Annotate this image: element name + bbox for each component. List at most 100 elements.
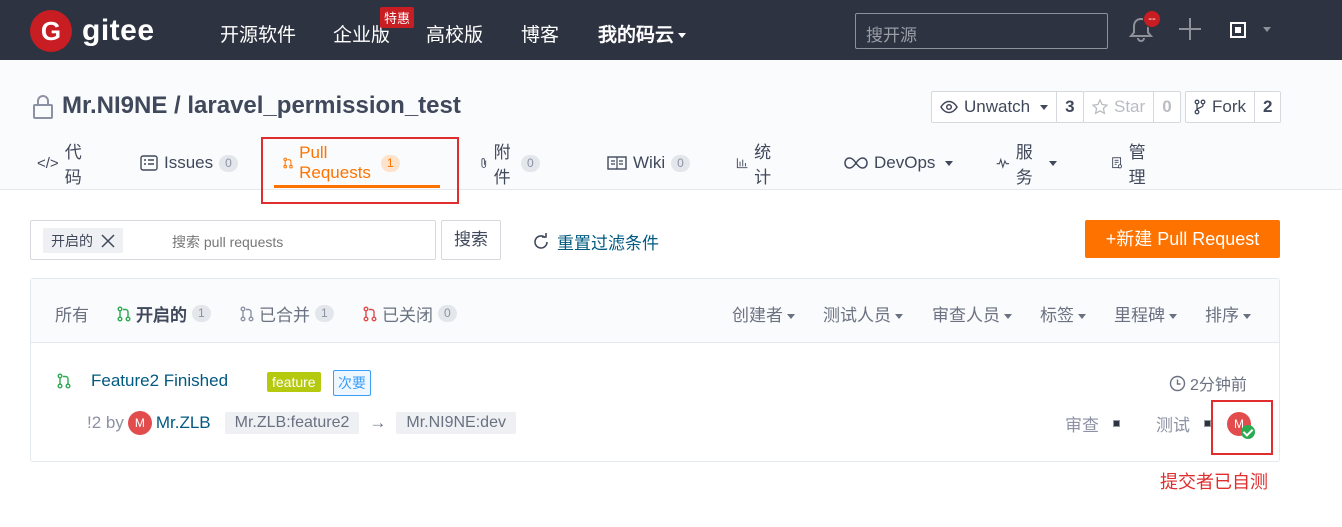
pulse-icon bbox=[996, 157, 1010, 169]
arrow-right-icon: → bbox=[369, 413, 387, 432]
target-branch[interactable]: Mr.NI9NE:dev bbox=[396, 412, 516, 434]
filter-label-label: 标签 bbox=[1040, 306, 1074, 325]
chevron-down-icon bbox=[1078, 314, 1086, 320]
filter-tester-label: 测试人员 bbox=[823, 306, 891, 325]
filter-placeholder: 搜索 pull requests bbox=[172, 234, 284, 250]
pr-time-label: 2分钟前 bbox=[1190, 377, 1247, 394]
filter-reviewer-label: 审查人员 bbox=[932, 306, 1000, 325]
reset-filters-link[interactable]: 重置过滤条件 bbox=[531, 229, 659, 254]
repo-title[interactable]: Mr.NI9NE / laravel_permission_test bbox=[62, 92, 461, 120]
highlight-box-tester bbox=[1211, 400, 1273, 455]
avatar-chevron-down-icon[interactable] bbox=[1263, 27, 1271, 32]
pr-list-panel: 所有 开启的 1 已合并 1 已关闭 0 创建者 测试人员 审查人员 标签 里程… bbox=[30, 278, 1280, 462]
chevron-down-icon bbox=[1004, 314, 1012, 320]
paperclip-icon bbox=[481, 158, 487, 168]
wiki-count: 0 bbox=[671, 154, 690, 172]
filter-label[interactable]: 标签 bbox=[1040, 301, 1086, 326]
new-pull-request-button[interactable]: +新建 Pull Request bbox=[1085, 220, 1280, 258]
nav-my-gitee[interactable]: 我的码云 bbox=[598, 20, 687, 47]
chevron-down-icon bbox=[895, 314, 903, 320]
nav-blog[interactable]: 博客 bbox=[521, 20, 559, 47]
reviewer-label: 审查 bbox=[1065, 416, 1099, 435]
tab-manage[interactable]: 管理 bbox=[1112, 143, 1151, 187]
attachments-count: 0 bbox=[521, 154, 540, 172]
watch-count[interactable]: 3 bbox=[1057, 92, 1082, 122]
tester-placeholder-avatar[interactable] bbox=[1204, 420, 1211, 427]
plus-icon[interactable] bbox=[1178, 17, 1202, 41]
pr-filter-input[interactable]: 开启的 搜索 pull requests bbox=[30, 220, 436, 260]
search-input[interactable]: 搜开源 bbox=[855, 13, 1108, 49]
user-avatar[interactable] bbox=[1230, 22, 1246, 38]
star-count[interactable]: 0 bbox=[1154, 92, 1179, 122]
reset-filters-label: 重置过滤条件 bbox=[557, 234, 659, 253]
filter-tester[interactable]: 测试人员 bbox=[823, 301, 903, 326]
unwatch-button[interactable]: Unwatch 3 bbox=[931, 91, 1084, 123]
tab-attachments[interactable]: 附件 0 bbox=[480, 143, 540, 187]
tab-services[interactable]: 服务 bbox=[996, 143, 1057, 187]
state-all[interactable]: 所有 bbox=[55, 301, 89, 326]
state-open-count: 1 bbox=[192, 305, 211, 322]
tester-label: 测试 bbox=[1156, 416, 1190, 435]
pr-title-link[interactable]: Feature2 Finished bbox=[91, 371, 228, 391]
state-closed-count: 0 bbox=[438, 305, 457, 322]
label-priority[interactable]: 次要 bbox=[333, 370, 371, 396]
promo-badge: 特惠 bbox=[380, 7, 415, 28]
pr-open-icon bbox=[117, 306, 131, 321]
pr-closed-icon bbox=[363, 306, 377, 321]
eye-icon bbox=[940, 100, 958, 114]
filter-chip-open[interactable]: 开启的 bbox=[43, 228, 123, 253]
filter-reviewer[interactable]: 审查人员 bbox=[932, 301, 1012, 326]
filter-creator[interactable]: 创建者 bbox=[732, 301, 795, 326]
infinity-icon bbox=[844, 157, 868, 169]
pr-open-icon bbox=[57, 373, 71, 389]
fork-count[interactable]: 2 bbox=[1255, 92, 1280, 122]
filter-milestone-label: 里程碑 bbox=[1114, 306, 1165, 325]
issues-icon bbox=[140, 155, 158, 171]
search-button[interactable]: 搜索 bbox=[441, 220, 501, 260]
clock-icon bbox=[1169, 375, 1186, 391]
close-icon[interactable] bbox=[101, 233, 115, 248]
chevron-down-icon bbox=[945, 160, 954, 166]
gitee-logo-icon: G bbox=[30, 10, 72, 52]
chevron-down-icon bbox=[787, 314, 795, 320]
filter-milestone[interactable]: 里程碑 bbox=[1114, 301, 1177, 326]
tab-attachments-label: 附件 bbox=[493, 143, 511, 187]
annotation-note: 提交者已自测 bbox=[1160, 472, 1268, 492]
pr-list-header: 所有 开启的 1 已合并 1 已关闭 0 创建者 测试人员 审查人员 标签 里程… bbox=[31, 279, 1279, 343]
tester-status: 测试 bbox=[1156, 411, 1211, 436]
tab-devops[interactable]: DevOps bbox=[844, 150, 954, 176]
source-branch[interactable]: Mr.ZLB:feature2 bbox=[224, 412, 360, 434]
state-open[interactable]: 开启的 1 bbox=[117, 301, 211, 326]
gitee-logo[interactable]: G gitee bbox=[30, 10, 155, 52]
chevron-down-icon bbox=[678, 33, 687, 39]
tab-services-label: 服务 bbox=[1015, 143, 1033, 187]
star-icon bbox=[1092, 99, 1108, 115]
pr-merged-icon bbox=[240, 306, 254, 321]
lock-icon bbox=[33, 95, 53, 119]
fork-button[interactable]: Fork 2 bbox=[1185, 91, 1282, 123]
pr-meta: !2 by M Mr.ZLB Mr.ZLB:feature2 → Mr.NI9N… bbox=[87, 411, 516, 435]
state-closed[interactable]: 已关闭 0 bbox=[363, 301, 457, 326]
author-link[interactable]: Mr.ZLB bbox=[156, 413, 211, 433]
state-merged-count: 1 bbox=[315, 305, 334, 322]
state-merged[interactable]: 已合并 1 bbox=[240, 301, 334, 326]
tab-code-label: 代码 bbox=[64, 143, 82, 187]
nav-university[interactable]: 高校版 bbox=[426, 20, 483, 47]
nav-open-source[interactable]: 开源软件 bbox=[220, 20, 296, 47]
star-label: Star bbox=[1114, 97, 1146, 116]
fork-icon bbox=[1194, 99, 1206, 115]
tab-wiki[interactable]: Wiki 0 bbox=[607, 150, 690, 176]
pr-number: !2 by bbox=[87, 413, 124, 432]
tab-issues[interactable]: Issues 0 bbox=[140, 150, 238, 176]
tab-code[interactable]: </> 代码 bbox=[37, 143, 82, 187]
pr-list-item: Feature2 Finished feature 次要 2分钟前 !2 by … bbox=[31, 343, 1279, 462]
label-feature[interactable]: feature bbox=[267, 372, 321, 392]
tab-stats[interactable]: 统计 bbox=[736, 143, 777, 187]
star-button[interactable]: Star 0 bbox=[1083, 91, 1181, 123]
sort-dropdown[interactable]: 排序 bbox=[1205, 301, 1251, 326]
reviewer-avatar[interactable] bbox=[1113, 420, 1120, 427]
author-avatar[interactable]: M bbox=[127, 411, 152, 435]
state-all-label: 所有 bbox=[55, 306, 89, 325]
tab-stats-label: 统计 bbox=[754, 143, 772, 187]
tab-devops-label: DevOps bbox=[874, 153, 936, 172]
